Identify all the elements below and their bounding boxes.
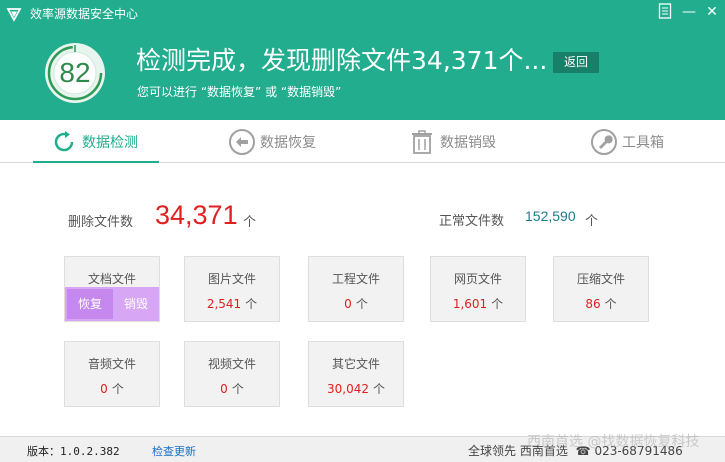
app-logo-icon: [6, 8, 22, 22]
card-webpages[interactable]: 网页文件 1,601 个: [430, 256, 526, 322]
company-slogan: 全球领先 西南首选: [468, 444, 568, 458]
card-count: 2,541 个: [185, 295, 279, 312]
card-count: 1,601 个: [431, 295, 525, 312]
card-count: 86 个: [554, 295, 648, 312]
card-images[interactable]: 图片文件 2,541 个: [184, 256, 280, 322]
score-value: 82: [59, 57, 91, 88]
trash-icon: [412, 129, 432, 154]
wrench-icon: [591, 128, 617, 155]
company-info: 全球领先 西南首选 ☎ 023-68791486: [468, 442, 683, 459]
tab-bar: 数据检测 数据恢复 数据销毁 工具箱: [0, 120, 725, 163]
app-title: 效率源数据安全中心: [30, 7, 139, 21]
count-value: 0: [344, 297, 352, 311]
card-action-bar: 恢复 销毁: [65, 287, 159, 321]
tab-data-scan[interactable]: 数据检测: [50, 120, 138, 163]
count-unit: 个: [372, 382, 385, 396]
count-value: 86: [585, 297, 601, 311]
card-audio[interactable]: 音频文件 0个: [64, 341, 160, 407]
count-value: 1,601: [452, 297, 488, 311]
version-text: 版本：1.0.2.382: [27, 445, 120, 458]
card-name: 压缩文件: [576, 272, 625, 286]
destroy-button[interactable]: 销毁: [113, 287, 159, 321]
card-name: 网页文件: [453, 272, 502, 286]
status-bar: 版本：1.0.2.382 检查更新 全球领先 西南首选 ☎ 023-687914…: [0, 436, 725, 462]
card-name: 音频文件: [87, 357, 136, 371]
count-unit: 个: [355, 297, 368, 311]
card-video[interactable]: 视频文件 0个: [184, 341, 280, 407]
card-other[interactable]: 其它文件 30,042 个: [308, 341, 404, 407]
score-gauge: 82: [44, 42, 106, 104]
result-headline: 检测完成，发现删除文件34,371个...: [136, 46, 548, 75]
normal-count-unit: 个: [585, 214, 599, 229]
tab-label: 工具箱: [622, 134, 664, 151]
header-panel: 效率源数据安全中心 — ✕ 82 检测完成，发现删除文件34,371个... 您…: [0, 0, 725, 120]
menu-icon[interactable]: [656, 3, 674, 21]
card-count: 0个: [65, 380, 159, 397]
normal-count-value: 152,590: [525, 208, 576, 224]
normal-count-label: 正常文件数: [439, 214, 505, 229]
card-name: 图片文件: [207, 272, 256, 286]
count-unit: 个: [245, 297, 258, 311]
count-value: 2,541: [206, 297, 242, 311]
recover-button[interactable]: 恢复: [67, 289, 113, 319]
count-unit: 个: [604, 297, 617, 311]
tab-label: 数据恢复: [260, 134, 316, 151]
tab-data-destroy[interactable]: 数据销毁: [408, 120, 496, 163]
count-value: 0: [220, 382, 228, 396]
deleted-count-unit: 个: [243, 215, 257, 230]
count-value: 30,042: [326, 382, 369, 396]
card-count: 0个: [309, 295, 403, 312]
count-unit: 个: [111, 382, 124, 396]
card-name: 文档文件: [87, 272, 136, 286]
tab-label: 数据检测: [82, 134, 138, 151]
back-arrow-icon: [229, 128, 255, 155]
phone-number: 023-68791486: [594, 444, 683, 458]
back-button[interactable]: 返回: [553, 52, 599, 73]
tab-label: 数据销毁: [440, 134, 496, 151]
tab-toolbox[interactable]: 工具箱: [590, 120, 664, 163]
tab-data-recover[interactable]: 数据恢复: [228, 120, 316, 163]
card-name: 其它文件: [331, 357, 380, 371]
card-archives[interactable]: 压缩文件 86 个: [553, 256, 649, 322]
deleted-count-value: 34,371: [155, 200, 238, 230]
card-documents[interactable]: 文档文件 恢复 销毁: [64, 256, 160, 322]
card-count: 0个: [185, 380, 279, 397]
phone-icon: ☎: [575, 444, 591, 458]
minimize-button[interactable]: —: [680, 3, 698, 21]
count-value: 0: [100, 382, 108, 396]
card-name: 工程文件: [331, 272, 380, 286]
result-subline: 您可以进行 “数据恢复” 或 “数据销毁”: [137, 85, 342, 99]
card-projects[interactable]: 工程文件 0个: [308, 256, 404, 322]
count-unit: 个: [491, 297, 504, 311]
deleted-count-label: 删除文件数: [68, 215, 134, 230]
active-tab-indicator: [33, 161, 159, 163]
refresh-icon: [54, 130, 74, 151]
check-update-link[interactable]: 检查更新: [152, 443, 196, 459]
card-name: 视频文件: [207, 357, 256, 371]
count-unit: 个: [231, 382, 244, 396]
close-button[interactable]: ✕: [703, 3, 721, 21]
card-count: 30,042 个: [309, 380, 403, 397]
